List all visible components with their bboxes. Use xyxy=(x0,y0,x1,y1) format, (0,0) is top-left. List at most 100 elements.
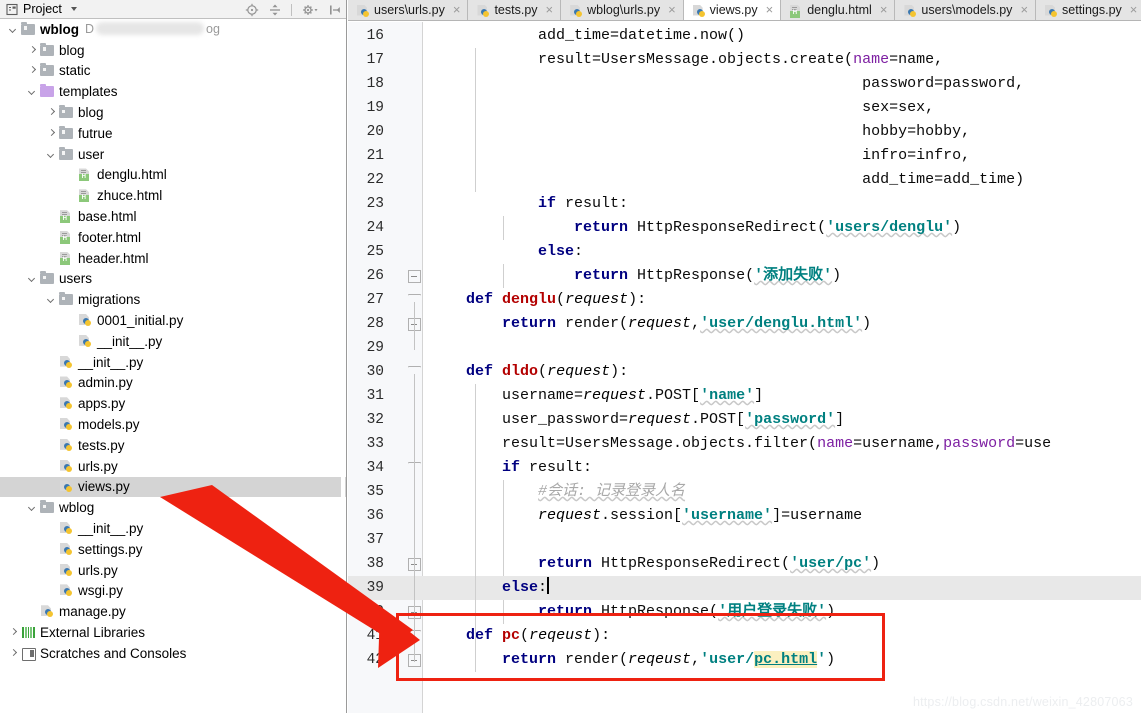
tree-item-wblog[interactable]: wblog xyxy=(0,497,346,518)
code-editor[interactable]: 16 add_time=datetime.now() 17 result=User… xyxy=(348,22,1141,713)
tree-item-wblog[interactable]: wblog Dog xyxy=(0,19,346,40)
tree-item-views-py[interactable]: views.py xyxy=(0,476,346,498)
chevron-right-icon[interactable] xyxy=(46,107,57,118)
chevron-down-icon[interactable] xyxy=(27,86,38,97)
tree-item-futrue[interactable]: futrue xyxy=(0,123,346,144)
tree-item-__init__-py[interactable]: __init__.py xyxy=(0,352,346,373)
code-line[interactable]: 37 xyxy=(348,528,1141,552)
tree-item-denglu-html[interactable]: Hdenglu.html xyxy=(0,165,346,186)
tree-item-templates[interactable]: templates xyxy=(0,81,346,102)
fold-marker-line-38[interactable] xyxy=(408,558,421,571)
close-icon[interactable]: × xyxy=(1020,3,1028,16)
tree-item-__init__-py[interactable]: __init__.py xyxy=(0,518,346,539)
tree-item-footer-html[interactable]: Hfooter.html xyxy=(0,227,346,248)
tree-item-__init__-py[interactable]: __init__.py xyxy=(0,331,346,352)
tree-item-settings-py[interactable]: settings.py xyxy=(0,539,346,560)
chevron-right-icon[interactable] xyxy=(27,45,38,56)
tree-item-models-py[interactable]: models.py xyxy=(0,414,346,435)
tree-item-manage-py[interactable]: manage.py xyxy=(0,601,346,622)
tree-item-header-html[interactable]: Hheader.html xyxy=(0,248,346,269)
code-line[interactable]: 16 add_time=datetime.now() xyxy=(348,24,1141,48)
code-line[interactable]: 40 return HttpResponse('用户登录失败') xyxy=(348,600,1141,624)
fold-marker-line-41[interactable] xyxy=(408,630,421,643)
chevron-down-icon[interactable] xyxy=(27,273,38,284)
code-line[interactable]: 17 result=UsersMessage.objects.create(na… xyxy=(348,48,1141,72)
code-line[interactable]: 24 return HttpResponseRedirect('users/de… xyxy=(348,216,1141,240)
code-line[interactable]: 21 infro=infro, xyxy=(348,144,1141,168)
code-line[interactable]: 18 password=password, xyxy=(348,72,1141,96)
code-line[interactable]: 34 if result: xyxy=(348,456,1141,480)
tree-item-zhuce-html[interactable]: Hzhuce.html xyxy=(0,185,346,206)
chevron-right-icon[interactable] xyxy=(8,648,19,659)
chevron-down-icon[interactable] xyxy=(27,502,38,513)
code-line[interactable]: 28 return render(request,'user/denglu.ht… xyxy=(348,312,1141,336)
locate-icon[interactable] xyxy=(245,3,259,17)
tree-item-users[interactable]: users xyxy=(0,269,346,290)
tree-item-urls-py[interactable]: urls.py xyxy=(0,560,346,581)
tree-item-blog[interactable]: blog xyxy=(0,102,346,123)
code-line[interactable]: 39 else: xyxy=(348,576,1141,600)
tree-item-migrations[interactable]: migrations xyxy=(0,289,346,310)
chevron-down-icon[interactable] xyxy=(8,24,19,35)
tree-item-urls-py[interactable]: urls.py xyxy=(0,456,346,477)
code-line[interactable]: 27 def denglu(request): xyxy=(348,288,1141,312)
tree-item-External Libraries[interactable]: External Libraries xyxy=(0,622,346,643)
chevron-right-icon[interactable] xyxy=(27,65,38,76)
code-line[interactable]: 31 username=request.POST['name'] xyxy=(348,384,1141,408)
tree-item-static[interactable]: static xyxy=(0,61,346,82)
hide-panel-icon[interactable] xyxy=(328,3,342,17)
chevron-down-icon[interactable] xyxy=(46,149,57,160)
editor-tab-views-py[interactable]: views.py × xyxy=(683,0,782,20)
code-line[interactable]: 36 request.session['username']=username xyxy=(348,504,1141,528)
fold-marker-line-40[interactable] xyxy=(408,606,421,619)
settings-gear-icon[interactable] xyxy=(301,3,319,17)
close-icon[interactable]: × xyxy=(453,3,461,16)
collapse-all-icon[interactable] xyxy=(268,3,282,17)
tree-item-blog[interactable]: blog xyxy=(0,40,346,61)
code-line[interactable]: 26 return HttpResponse('添加失败') xyxy=(348,264,1141,288)
code-line[interactable]: 19 sex=sex, xyxy=(348,96,1141,120)
fold-marker-line-28[interactable] xyxy=(408,318,421,331)
editor-tab-wblog-urls-py[interactable]: wblog\urls.py × xyxy=(561,0,684,20)
chevron-down-icon[interactable] xyxy=(46,294,57,305)
code-line[interactable]: 29 xyxy=(348,336,1141,360)
project-file-tree[interactable]: wblog Dog blog static templates blog futrue use… xyxy=(0,19,346,713)
code-line[interactable]: 23 if result: xyxy=(348,192,1141,216)
tree-item-apps-py[interactable]: apps.py xyxy=(0,393,346,414)
code-line[interactable]: 22 add_time=add_time) xyxy=(348,168,1141,192)
editor-tab-users-models-py[interactable]: users\models.py × xyxy=(895,0,1037,20)
editor-tab-denglu-html[interactable]: Hdenglu.html × xyxy=(781,0,896,20)
code-line[interactable]: 30 def dldo(request): xyxy=(348,360,1141,384)
editor-tab-users-urls-py[interactable]: users\urls.py × xyxy=(348,0,469,20)
close-icon[interactable]: × xyxy=(1130,3,1138,16)
tree-item-base-html[interactable]: Hbase.html xyxy=(0,206,346,227)
tree-item-Scratches and Consoles[interactable]: Scratches and Consoles xyxy=(0,643,346,664)
fold-marker-line-42[interactable] xyxy=(408,654,421,667)
code-line[interactable]: 38 return HttpResponseRedirect('user/pc'… xyxy=(348,552,1141,576)
code-line[interactable]: 32 user_password=request.POST['password'… xyxy=(348,408,1141,432)
tree-item-user[interactable]: user xyxy=(0,144,346,165)
tree-item-wsgi-py[interactable]: wsgi.py xyxy=(0,581,346,602)
fold-marker-line-26[interactable] xyxy=(408,270,421,283)
close-icon[interactable]: × xyxy=(668,3,676,16)
tree-item-tests-py[interactable]: tests.py xyxy=(0,435,346,456)
chevron-down-icon[interactable] xyxy=(70,7,77,11)
project-panel-header[interactable]: Project xyxy=(0,2,77,16)
chevron-right-icon[interactable] xyxy=(8,627,19,638)
editor-tab-tests-py[interactable]: tests.py × xyxy=(468,0,562,20)
tree-item-0001_initial-py[interactable]: 0001_initial.py xyxy=(0,310,346,331)
close-icon[interactable]: × xyxy=(880,3,888,16)
code-line[interactable]: 20 hobby=hobby, xyxy=(348,120,1141,144)
fold-marker-line-27[interactable] xyxy=(408,294,421,307)
close-icon[interactable]: × xyxy=(546,3,554,16)
editor-tab-bar[interactable]: users\urls.py × tests.py × wblog\urls.py × vie… xyxy=(348,0,1141,21)
fold-marker-line-30[interactable] xyxy=(408,366,421,379)
close-icon[interactable]: × xyxy=(766,3,774,16)
code-line[interactable]: 25 else: xyxy=(348,240,1141,264)
editor-tab-settings-py[interactable]: settings.py × xyxy=(1036,0,1141,20)
code-line[interactable]: 33 result=UsersMessage.objects.filter(na… xyxy=(348,432,1141,456)
code-line[interactable]: 35 #会话: 记录登录人名 xyxy=(348,480,1141,504)
code-line[interactable]: 42 return render(reqeust,'user/pc.html') xyxy=(348,648,1141,672)
tree-item-admin-py[interactable]: admin.py xyxy=(0,373,346,394)
chevron-right-icon[interactable] xyxy=(46,128,57,139)
